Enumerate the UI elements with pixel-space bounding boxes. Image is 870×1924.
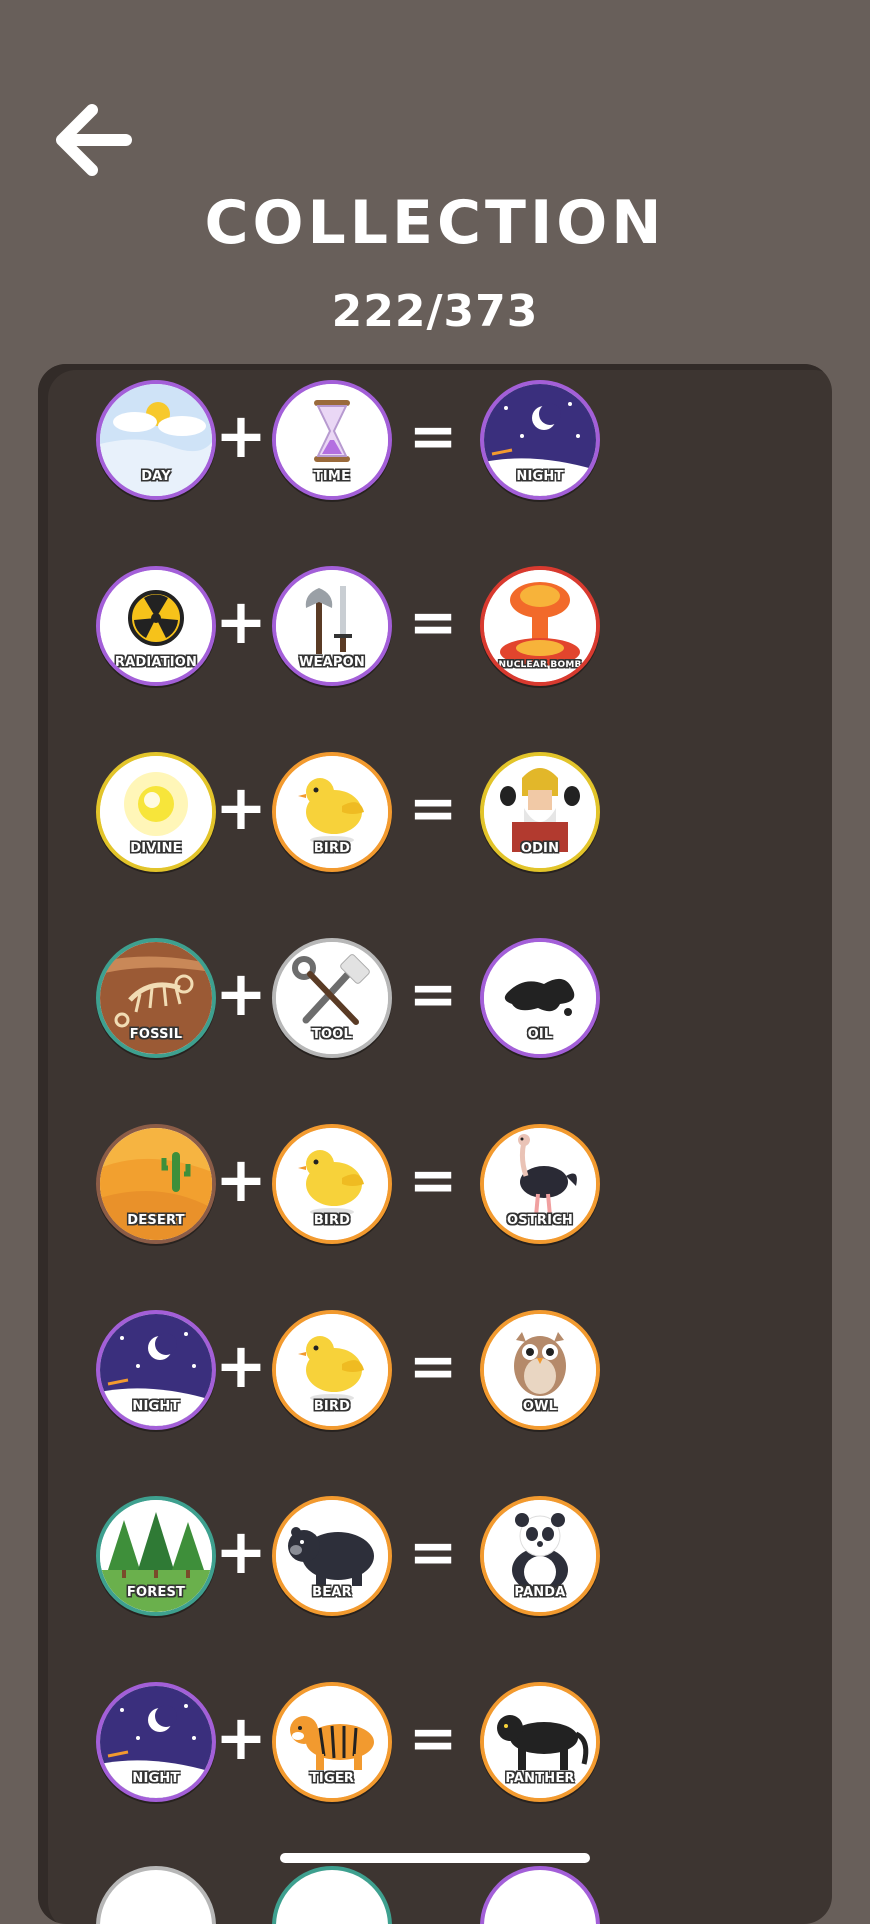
element-label: OSTRICH <box>507 1213 573 1228</box>
equals-sign: = <box>408 1518 458 1586</box>
element-fossil[interactable]: FOSSIL <box>96 938 216 1058</box>
element-label: OIL <box>527 1027 553 1042</box>
next-element-peek[interactable] <box>96 1866 216 1924</box>
element-tool[interactable]: TOOL <box>272 938 392 1058</box>
recipe-row: FOREST + BEAR = PANDA <box>38 1496 832 1616</box>
plus-sign: + <box>215 1143 267 1216</box>
element-label: DAY <box>141 469 171 484</box>
element-label: DIVINE <box>130 841 182 856</box>
element-label: BIRD <box>313 841 351 856</box>
element-label: ODIN <box>520 841 560 856</box>
equals-sign: = <box>408 588 458 656</box>
element-bird[interactable]: BIRD <box>272 1310 392 1430</box>
element-label: FOSSIL <box>129 1027 183 1042</box>
equals-sign: = <box>408 1704 458 1772</box>
plus-sign: + <box>215 399 267 472</box>
element-label: BEAR <box>312 1585 352 1600</box>
back-button[interactable] <box>52 100 134 180</box>
recipe-row: NIGHT + BIRD = OWL <box>38 1310 832 1430</box>
element-label: NUCLEAR BOMB <box>498 660 582 670</box>
element-radiation[interactable]: RADIATION <box>96 566 216 686</box>
element-weapon[interactable]: WEAPON <box>272 566 392 686</box>
recipe-row: RADIATION + WEAPON = NUCLEAR BOMB <box>38 566 832 686</box>
element-label: BIRD <box>313 1399 351 1414</box>
element-nuclear-bomb[interactable]: NUCLEAR BOMB <box>480 566 600 686</box>
element-label: OWL <box>522 1399 558 1414</box>
element-owl[interactable]: OWL <box>480 1310 600 1430</box>
element-desert[interactable]: DESERT <box>96 1124 216 1244</box>
plus-sign: + <box>215 1701 267 1774</box>
recipe-row: FOSSIL + TOOL = OIL <box>38 938 832 1058</box>
arrow-left-icon <box>56 104 132 176</box>
element-night[interactable]: NIGHT <box>96 1310 216 1430</box>
recipe-row: DESERT + BIRD = OSTRICH <box>38 1124 832 1244</box>
equals-sign: = <box>408 774 458 842</box>
element-time[interactable]: TIME <box>272 380 392 500</box>
element-bird[interactable]: BIRD <box>272 1124 392 1244</box>
recipe-row: NIGHT + TIGER = PANTHER <box>38 1682 832 1802</box>
element-night[interactable]: NIGHT <box>96 1682 216 1802</box>
element-divine[interactable]: DIVINE <box>96 752 216 872</box>
element-odin[interactable]: ODIN <box>480 752 600 872</box>
element-day[interactable]: DAY <box>96 380 216 500</box>
element-forest[interactable]: FOREST <box>96 1496 216 1616</box>
element-bird[interactable]: BIRD <box>272 752 392 872</box>
plus-sign: + <box>215 1515 267 1588</box>
plus-sign: + <box>215 1329 267 1402</box>
element-bear[interactable]: BEAR <box>272 1496 392 1616</box>
element-panda[interactable]: PANDA <box>480 1496 600 1616</box>
page-title: COLLECTION <box>204 188 666 258</box>
element-label: BIRD <box>313 1213 351 1228</box>
home-indicator[interactable] <box>280 1853 590 1863</box>
element-label: FOREST <box>126 1585 186 1600</box>
plus-sign: + <box>215 585 267 658</box>
element-label: TIME <box>313 469 351 484</box>
element-label: PANDA <box>514 1585 566 1600</box>
element-ostrich[interactable]: OSTRICH <box>480 1124 600 1244</box>
element-oil[interactable]: OIL <box>480 938 600 1058</box>
plus-sign: + <box>215 771 267 844</box>
element-label: NIGHT <box>516 469 564 484</box>
element-label: PANTHER <box>505 1771 575 1786</box>
equals-sign: = <box>408 960 458 1028</box>
element-night[interactable]: NIGHT <box>480 380 600 500</box>
element-label: NIGHT <box>132 1399 180 1414</box>
element-label: NIGHT <box>132 1771 180 1786</box>
element-label: RADIATION <box>114 655 198 670</box>
recipe-row: DIVINE + BIRD = ODIN <box>38 752 832 872</box>
equals-sign: = <box>408 1332 458 1400</box>
next-element-peek[interactable] <box>272 1866 392 1924</box>
element-label: TIGER <box>309 1771 355 1786</box>
element-label: DESERT <box>127 1213 185 1228</box>
next-element-peek[interactable] <box>480 1866 600 1924</box>
element-tiger[interactable]: TIGER <box>272 1682 392 1802</box>
collection-counter: 222/373 <box>331 286 539 337</box>
equals-sign: = <box>408 402 458 470</box>
element-panther[interactable]: PANTHER <box>480 1682 600 1802</box>
equals-sign: = <box>408 1146 458 1214</box>
element-label: WEAPON <box>299 655 365 670</box>
recipe-list[interactable]: DAY + TIME = NIGHT RADIATION + WEAPON = … <box>38 364 832 1924</box>
recipe-row: DAY + TIME = NIGHT <box>38 380 832 500</box>
element-label: TOOL <box>311 1027 353 1042</box>
plus-sign: + <box>215 957 267 1030</box>
